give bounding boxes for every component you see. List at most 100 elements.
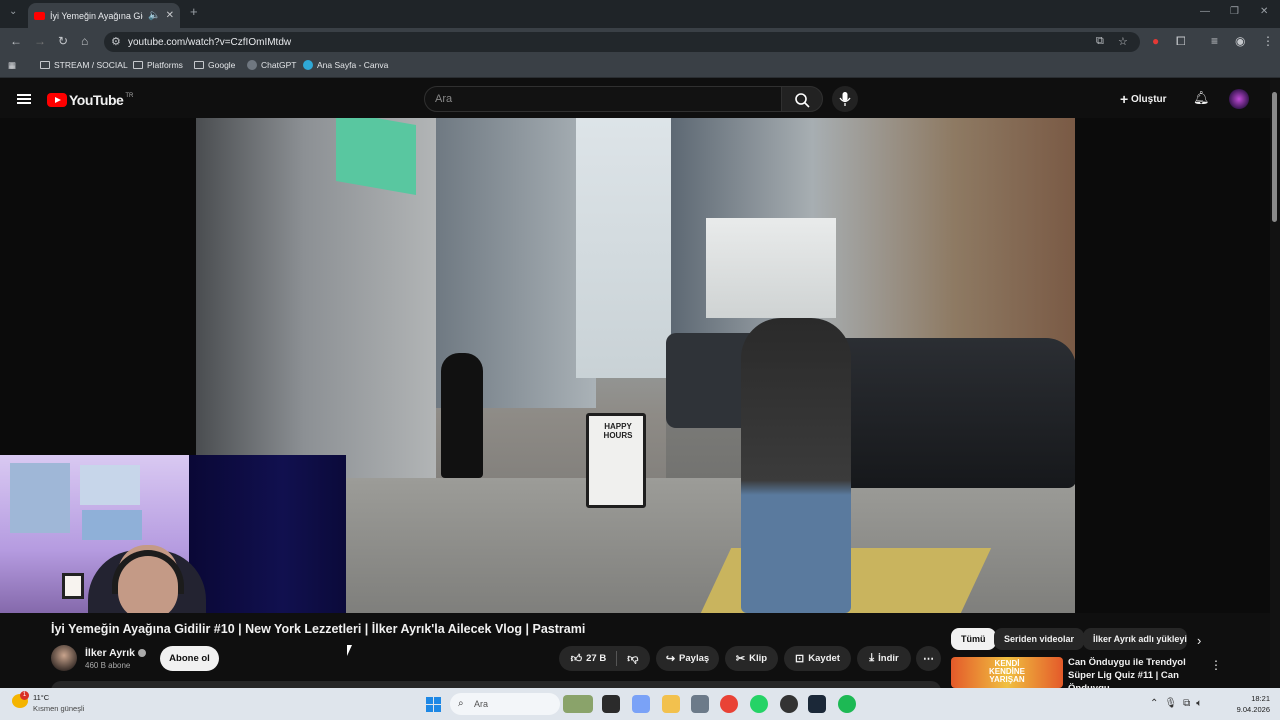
temperature[interactable]: 11°C	[33, 693, 49, 702]
spotify-icon[interactable]	[838, 695, 856, 713]
menu-dots-icon[interactable]: ⋮	[1262, 34, 1274, 48]
url-text: youtube.com/watch?v=CzfIOmIMtdw	[128, 36, 292, 48]
extensions-icon[interactable]: ⧠	[1176, 34, 1186, 49]
bookmark-folder[interactable]: Google	[194, 60, 235, 70]
date: 9.04.2026	[1236, 705, 1270, 714]
close-window-icon[interactable]: ✕	[1260, 6, 1268, 17]
weather-badge: 1	[20, 691, 29, 700]
bookmark-star-icon[interactable]: ☆	[1118, 35, 1128, 48]
download-button[interactable]: ⤓ İndir	[857, 646, 911, 671]
search-icon: ⌕	[458, 698, 464, 709]
bookmark-link[interactable]: ChatGPT	[247, 60, 296, 70]
user-avatar[interactable]	[1229, 89, 1249, 109]
download-icon: ⤓	[869, 652, 875, 664]
chip-all[interactable]: Tümü	[951, 628, 996, 650]
wall-poster	[82, 510, 142, 540]
profile-icon[interactable]: ◉	[1235, 34, 1245, 48]
task-view-icon[interactable]	[602, 695, 620, 713]
webcam-overlay	[0, 455, 346, 613]
site-info-icon[interactable]: ⚙	[111, 35, 121, 48]
recommendation-menu-icon[interactable]: ⋮	[1210, 658, 1222, 672]
notifications-bell-icon[interactable]: 🔔︎	[1193, 90, 1210, 106]
create-button[interactable]: + Oluştur	[1120, 91, 1167, 107]
widget-icon[interactable]	[563, 695, 593, 713]
search-button[interactable]	[781, 86, 823, 112]
channel-avatar[interactable]	[51, 645, 77, 671]
microphone-icon	[839, 92, 851, 106]
maximize-icon[interactable]: ❐	[1230, 6, 1239, 17]
video-player[interactable]: HAPPY HOURS	[0, 118, 1270, 613]
hamburger-menu-icon[interactable]	[17, 94, 31, 104]
new-tab-icon[interactable]: +	[190, 4, 198, 19]
like-count[interactable]: 27 B	[586, 653, 606, 664]
whatsapp-icon[interactable]	[750, 695, 768, 713]
share-button[interactable]: ↪ Paylaş	[656, 646, 719, 671]
tab-search-icon[interactable]: ⌄	[9, 6, 17, 17]
windows-start-icon[interactable]	[426, 697, 441, 712]
divider	[616, 651, 618, 666]
share-icon: ↪	[665, 653, 676, 665]
chrome-icon[interactable]	[720, 695, 738, 713]
back-icon[interactable]: ←	[10, 34, 22, 48]
address-bar[interactable]: ⚙ youtube.com/watch?v=CzfIOmIMtdw ⧉ ☆	[104, 32, 1140, 52]
browser-tab-active[interactable]: İyi Yemeğin Ayağına Gidili 🔈 ✕	[28, 3, 180, 28]
reading-list-icon[interactable]: ≡	[1211, 34, 1218, 48]
youtube-logo[interactable]: YouTube TR	[47, 92, 133, 108]
channel-name[interactable]: İlker Ayrık	[85, 647, 147, 659]
volume-icon[interactable]: 🔈︎	[1196, 698, 1208, 709]
file-explorer-icon[interactable]	[662, 695, 680, 713]
chip-uploader[interactable]: İlker Ayrık adlı yükleyi	[1083, 628, 1187, 650]
close-tab-icon[interactable]: ✕	[166, 10, 174, 21]
bookmark-link[interactable]: Ana Sayfa - Canva	[303, 60, 388, 70]
bookmark-folder[interactable]: Platforms	[133, 60, 183, 70]
save-button[interactable]: ⊡ Kaydet	[784, 646, 851, 671]
wall-poster	[80, 465, 140, 505]
bookmark-folder[interactable]: STREAM / SOCIAL	[40, 60, 128, 70]
verified-check-icon	[138, 649, 147, 658]
taskbar-search[interactable]: ⌕ Ara	[450, 693, 560, 715]
network-icon[interactable]: ⧉	[1183, 698, 1196, 709]
windows-taskbar: 1 11°C Kısmen güneşli ⌕ Ara ⌃🎙︎⧉🔈︎ 18:21 …	[0, 688, 1280, 720]
canva-icon	[303, 60, 313, 70]
forward-icon[interactable]: →	[34, 34, 46, 48]
bookmark-icon: ⊡	[795, 653, 805, 665]
apps-grid-icon[interactable]: ▦	[8, 60, 16, 71]
steam-icon[interactable]	[808, 695, 826, 713]
video-title: İyi Yemeğin Ayağına Gidilir #10 | New Yo…	[51, 622, 586, 636]
recommendation-thumbnail[interactable]: KENDİ KENDİNE YARIŞAN	[951, 657, 1063, 688]
speaker-icon[interactable]: 🔈	[148, 10, 160, 21]
search-icon	[795, 93, 810, 108]
plus-icon: +	[1120, 91, 1129, 107]
like-icon[interactable]: 👍︎	[571, 652, 583, 665]
minimize-icon[interactable]: —	[1200, 6, 1210, 17]
tab-title: İyi Yemeğin Ayağına Gidili	[50, 10, 144, 21]
reload-icon[interactable]: ↻	[58, 34, 68, 48]
taskbar-clock[interactable]: 18:21 9.04.2026	[1230, 693, 1270, 715]
dislike-icon[interactable]: 👎︎	[627, 652, 638, 665]
chatgpt-icon	[247, 60, 257, 70]
subscribe-button[interactable]: Abone ol	[160, 646, 219, 671]
voice-search-button[interactable]	[832, 86, 858, 112]
scrollbar-thumb[interactable]	[1272, 92, 1277, 222]
copilot-icon[interactable]	[632, 695, 650, 713]
obs-icon[interactable]	[780, 695, 798, 713]
wall-poster	[10, 463, 70, 533]
search-input[interactable]: Ara	[424, 86, 782, 112]
chip-series[interactable]: Seriden videolar	[994, 628, 1085, 650]
install-app-icon[interactable]: ⧉	[1096, 35, 1104, 48]
time: 18:21	[1251, 694, 1270, 703]
billboard	[706, 218, 836, 318]
system-tray[interactable]: ⌃🎙︎⧉🔈︎	[1150, 698, 1208, 709]
youtube-header: YouTube TR Ara + Oluştur 🔔︎	[0, 80, 1270, 118]
more-actions-button[interactable]: ⋯	[916, 646, 941, 671]
chevron-right-icon[interactable]: ›	[1197, 633, 1201, 648]
tray-chevron-icon[interactable]: ⌃	[1150, 698, 1164, 709]
weather-condition[interactable]: Kısmen güneşli	[33, 704, 84, 713]
more-dots-icon: ⋯	[923, 653, 934, 665]
clip-button[interactable]: ✂ Klip	[725, 646, 778, 671]
happy-hours-sign: HAPPY HOURS	[586, 413, 646, 508]
settings-icon[interactable]	[691, 695, 709, 713]
mic-tray-icon[interactable]: 🎙︎	[1164, 698, 1183, 709]
extension-red-icon[interactable]: ●	[1152, 34, 1159, 48]
home-icon[interactable]: ⌂	[81, 34, 88, 48]
